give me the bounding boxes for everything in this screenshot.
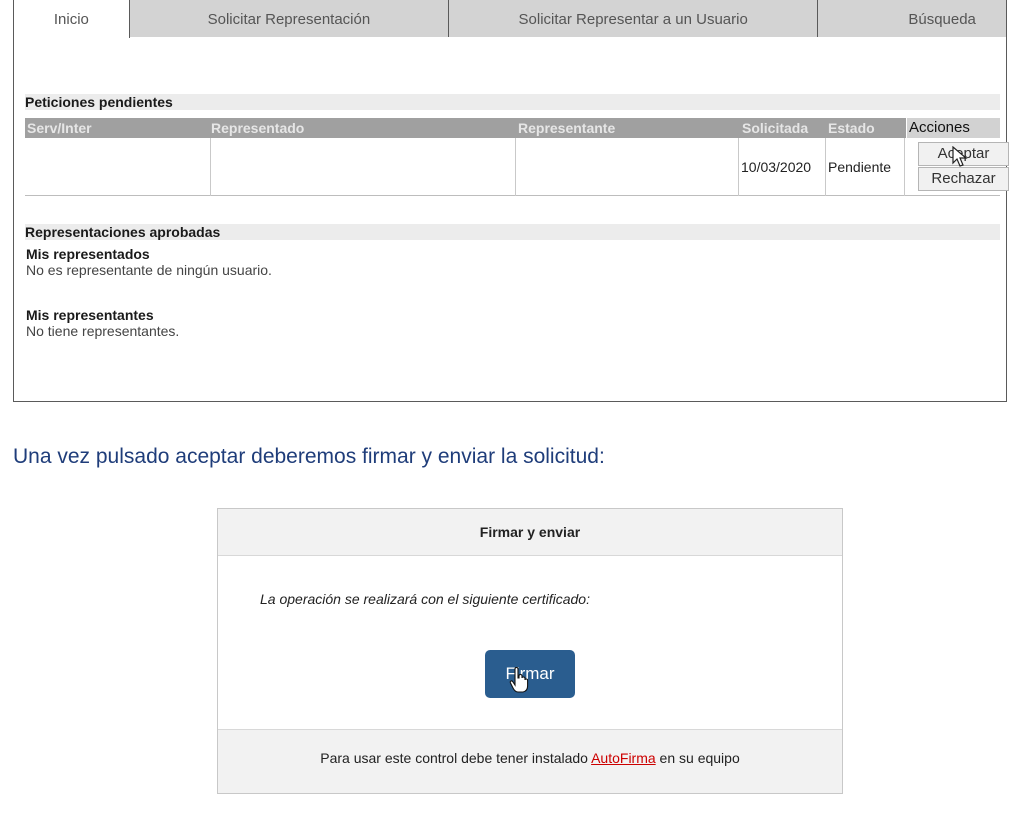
table-row: 10/03/2020 Pendiente Aceptar Rechazar xyxy=(25,138,1009,196)
col-estado: Estado xyxy=(828,120,875,136)
tab-busqueda[interactable]: Búsqueda xyxy=(818,0,1006,37)
my-represented-title: Mis representados xyxy=(26,246,150,262)
tab-inicio[interactable]: Inicio xyxy=(14,0,130,38)
tab-bar: Inicio Solicitar Representación Solicita… xyxy=(14,0,1006,38)
my-represented-text: No es representante de ningún usuario. xyxy=(26,262,272,278)
autofirma-link[interactable]: AutoFirma xyxy=(591,750,656,766)
pending-table-header: Serv/Inter Representado Representante So… xyxy=(25,118,1000,138)
approved-section-title: Representaciones aprobadas xyxy=(25,224,1000,240)
dialog-footer: Para usar este control debe tener instal… xyxy=(218,729,842,793)
tab-solicitar-representacion[interactable]: Solicitar Representación xyxy=(129,0,450,37)
accept-button[interactable]: Aceptar xyxy=(918,142,1009,166)
dialog-title: Firmar y enviar xyxy=(218,509,842,556)
col-acciones: Acciones xyxy=(906,118,1000,138)
col-serv-inter: Serv/Inter xyxy=(27,120,92,136)
cell-solicitada: 10/03/2020 xyxy=(741,159,812,175)
cell-estado: Pendiente xyxy=(828,159,892,175)
sign-button[interactable]: Firmar xyxy=(485,650,575,698)
col-representante: Representante xyxy=(518,120,616,136)
footer-text-before: Para usar este control debe tener instal… xyxy=(320,750,592,766)
certificate-message: La operación se realizará con el siguien… xyxy=(260,591,590,607)
footer-text-after: en su equipo xyxy=(655,750,740,766)
instruction-text: Una vez pulsado aceptar deberemos firmar… xyxy=(13,445,605,468)
my-representatives-text: No tiene representantes. xyxy=(26,323,180,339)
my-representatives-title: Mis representantes xyxy=(26,307,154,323)
tab-solicitar-representar-usuario[interactable]: Solicitar Representar a un Usuario xyxy=(449,0,819,37)
representation-panel: Inicio Solicitar Representación Solicita… xyxy=(13,0,1009,402)
sign-dialog: Firmar y enviar La operación se realizar… xyxy=(217,508,843,794)
reject-button[interactable]: Rechazar xyxy=(918,167,1009,191)
col-representado: Representado xyxy=(211,120,305,136)
pending-section-title: Peticiones pendientes xyxy=(25,94,1000,110)
col-solicitada: Solicitada xyxy=(742,120,809,136)
